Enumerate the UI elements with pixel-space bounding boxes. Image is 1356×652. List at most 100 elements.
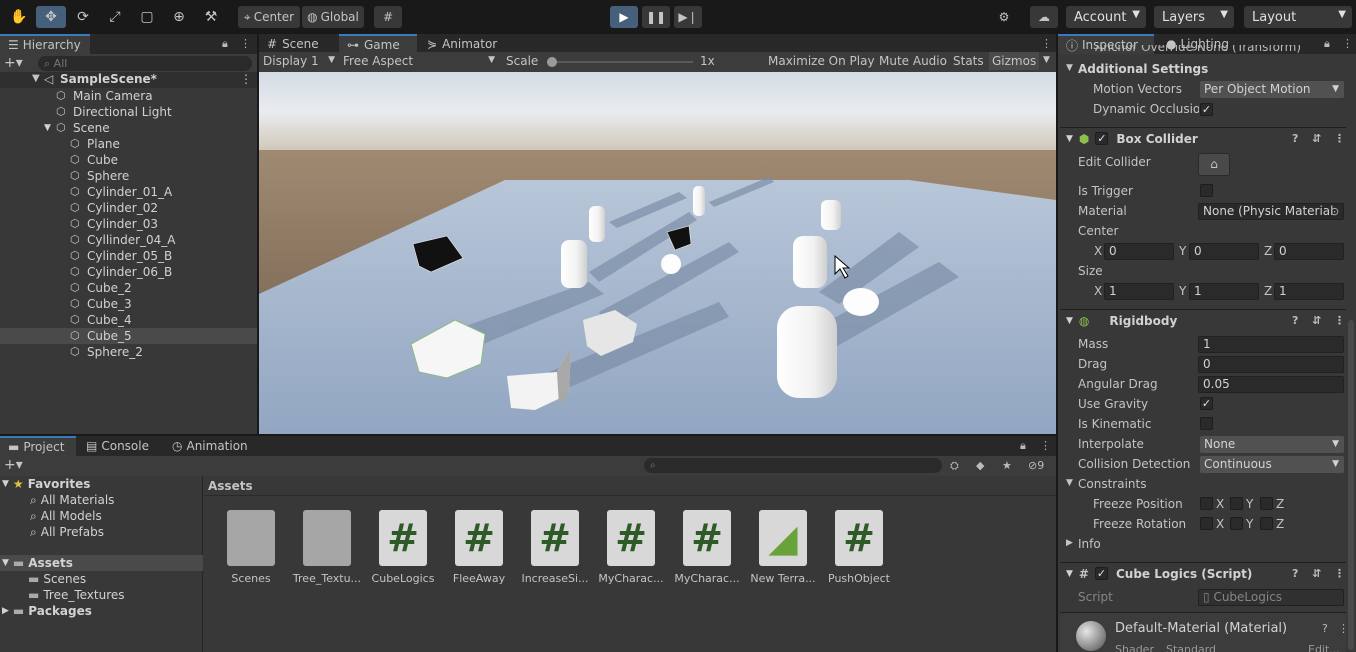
- expand-arrow-icon[interactable]: ▼: [1066, 569, 1073, 579]
- asset-item[interactable]: Tree_Textu...: [290, 510, 364, 585]
- scale-slider[interactable]: [547, 57, 693, 67]
- lock-icon[interactable]: 🔒︎: [1020, 439, 1026, 453]
- services-button[interactable]: ⚙: [990, 6, 1018, 28]
- star-icon[interactable]: ★: [1002, 459, 1012, 472]
- scene-menu-icon[interactable]: ⋮: [240, 72, 252, 86]
- preset-icon[interactable]: ⇵: [1312, 567, 1321, 580]
- angular-drag-field[interactable]: 0.05: [1198, 376, 1344, 393]
- tab-animation[interactable]: ◷ Animation: [164, 436, 256, 456]
- mass-field[interactable]: 1: [1198, 336, 1344, 353]
- tab-hierarchy[interactable]: ☰ Hierarchy: [0, 34, 90, 54]
- gizmos-toggle[interactable]: Gizmos: [989, 52, 1040, 70]
- breadcrumb-assets[interactable]: Assets: [208, 479, 253, 493]
- more-menu-icon[interactable]: ⋮: [1040, 439, 1051, 452]
- hierarchy-item[interactable]: ⬡ Cube: [0, 152, 257, 168]
- info-header[interactable]: Info: [1078, 537, 1101, 551]
- layout-dropdown[interactable]: Layout ▼: [1244, 6, 1352, 28]
- inspector-scrollbar[interactable]: [1348, 320, 1354, 650]
- maximize-on-play-toggle[interactable]: Maximize On Play: [768, 54, 875, 68]
- favorite-item[interactable]: ⌕ All Prefabs: [30, 524, 104, 540]
- layers-dropdown[interactable]: Layers ▼: [1154, 6, 1234, 28]
- help-icon[interactable]: ?: [1292, 132, 1298, 145]
- edit-collider-button[interactable]: ⌂: [1198, 153, 1230, 176]
- edit-shader-button[interactable]: Edit...: [1308, 643, 1340, 652]
- preset-icon[interactable]: ⇵: [1312, 132, 1321, 145]
- is-trigger-checkbox[interactable]: [1200, 184, 1213, 197]
- asset-item[interactable]: # IncreaseSi...: [518, 510, 592, 585]
- grid-snap-button[interactable]: #: [374, 6, 402, 28]
- script-enabled-checkbox[interactable]: ✓: [1094, 567, 1108, 580]
- space-toggle[interactable]: ◍ Global: [302, 6, 364, 28]
- tab-game[interactable]: ⊶ Game: [339, 34, 417, 54]
- preset-icon[interactable]: ⇵: [1312, 314, 1321, 327]
- shader-dropdown[interactable]: Standard: [1166, 643, 1286, 652]
- favorite-item[interactable]: ⌕ All Materials: [30, 492, 114, 508]
- hierarchy-search-input[interactable]: ⌕ All: [38, 56, 252, 71]
- pause-button[interactable]: ❚❚: [642, 6, 670, 28]
- drag-field[interactable]: 0: [1198, 356, 1344, 373]
- add-icon[interactable]: +▾: [4, 55, 23, 71]
- hierarchy-item[interactable]: ▼ ⬡ Scene: [0, 120, 257, 136]
- panel-divider[interactable]: [0, 434, 1056, 436]
- step-button[interactable]: ▶❘: [674, 6, 702, 28]
- hierarchy-item[interactable]: ⬡ Cylinder_06_B: [0, 264, 257, 280]
- motion-vectors-dropdown[interactable]: Per Object Motion ▼: [1200, 81, 1344, 98]
- tab-scene[interactable]: # Scene: [259, 34, 337, 54]
- favorites-row[interactable]: ▼ ★ Favorites: [2, 476, 202, 492]
- more-menu-icon[interactable]: ⋮: [1334, 132, 1345, 145]
- help-icon[interactable]: ?: [1292, 567, 1298, 580]
- asset-item[interactable]: ◢ New Terra...: [746, 510, 820, 585]
- aspect-dropdown[interactable]: Free Aspect ▼: [343, 54, 497, 70]
- size-y-field[interactable]: 1: [1189, 283, 1259, 300]
- add-icon[interactable]: +▾: [4, 457, 23, 473]
- rect-tool-icon[interactable]: ▢: [132, 6, 162, 28]
- box-collider-header[interactable]: ▼ ⬢ ✓ Box Collider ? ⇵ ⋮: [1060, 127, 1346, 149]
- expand-arrow-icon[interactable]: ▶: [1066, 538, 1073, 548]
- scale-slider-thumb[interactable]: [547, 57, 557, 67]
- asset-item[interactable]: Scenes: [214, 510, 288, 585]
- packages-row[interactable]: ▶ ▬ Packages: [2, 603, 92, 619]
- hierarchy-item[interactable]: ⬡ Cube_3: [0, 296, 257, 312]
- hidden-packages-icon[interactable]: ⊘9: [1028, 459, 1044, 472]
- tab-animator[interactable]: ⋟ Animator: [419, 34, 511, 54]
- object-picker-icon[interactable]: ⊙: [1330, 205, 1339, 218]
- lock-icon[interactable]: 🔒︎: [222, 37, 228, 51]
- is-kinematic-checkbox[interactable]: [1200, 417, 1213, 430]
- expand-arrow-icon[interactable]: ▼: [2, 479, 9, 489]
- label-icon[interactable]: ◆: [976, 459, 984, 472]
- freeze-rotation-x-checkbox[interactable]: [1200, 517, 1213, 530]
- hierarchy-item[interactable]: ⬡ Directional Light: [0, 104, 257, 120]
- assets-folder-row[interactable]: ▼ ▬ Assets: [0, 555, 203, 571]
- hand-tool-icon[interactable]: ✋: [4, 6, 34, 28]
- expand-arrow-icon[interactable]: ▼: [44, 123, 51, 133]
- center-x-field[interactable]: 0: [1104, 243, 1174, 260]
- filter-type-icon[interactable]: ⛭: [950, 459, 959, 473]
- help-icon[interactable]: ?: [1292, 314, 1298, 327]
- hierarchy-item[interactable]: ⬡ Cube_4: [0, 312, 257, 328]
- hierarchy-item[interactable]: ⬡ Cylinder_01_A: [0, 184, 257, 200]
- display-dropdown[interactable]: Display 1 ▼: [263, 54, 337, 70]
- size-z-field[interactable]: 1: [1274, 283, 1344, 300]
- game-viewport[interactable]: [259, 72, 1056, 434]
- hierarchy-item[interactable]: ⬡ Cube_5: [0, 328, 257, 344]
- chevron-down-icon[interactable]: ▼: [1043, 55, 1050, 65]
- project-search-input[interactable]: ⌕: [644, 458, 942, 473]
- physic-material-field[interactable]: None (Physic Material: [1198, 203, 1344, 220]
- expand-arrow-icon[interactable]: ▼: [1066, 134, 1073, 144]
- freeze-position-z-checkbox[interactable]: [1260, 497, 1273, 510]
- freeze-position-x-checkbox[interactable]: [1200, 497, 1213, 510]
- freeze-position-y-checkbox[interactable]: [1230, 497, 1243, 510]
- asset-item[interactable]: # PushObject: [822, 510, 896, 585]
- transform-tool-icon[interactable]: ⊕: [164, 6, 194, 28]
- asset-item[interactable]: # MyCharac...: [594, 510, 668, 585]
- expand-arrow-icon[interactable]: ▼: [1066, 63, 1073, 73]
- expand-arrow-icon[interactable]: ▼: [1066, 316, 1073, 326]
- interpolate-dropdown[interactable]: None ▼: [1200, 436, 1344, 453]
- hierarchy-item[interactable]: ⬡ Cylinder_05_B: [0, 248, 257, 264]
- help-icon[interactable]: ?: [1322, 622, 1328, 635]
- dynamic-occlusion-checkbox[interactable]: ✓: [1200, 103, 1213, 116]
- panel-divider[interactable]: [1056, 34, 1058, 652]
- hierarchy-item[interactable]: ⬡ Sphere: [0, 168, 257, 184]
- hierarchy-item[interactable]: ⬡ Sphere_2: [0, 344, 257, 360]
- hierarchy-item[interactable]: ⬡ Cylinder_02: [0, 200, 257, 216]
